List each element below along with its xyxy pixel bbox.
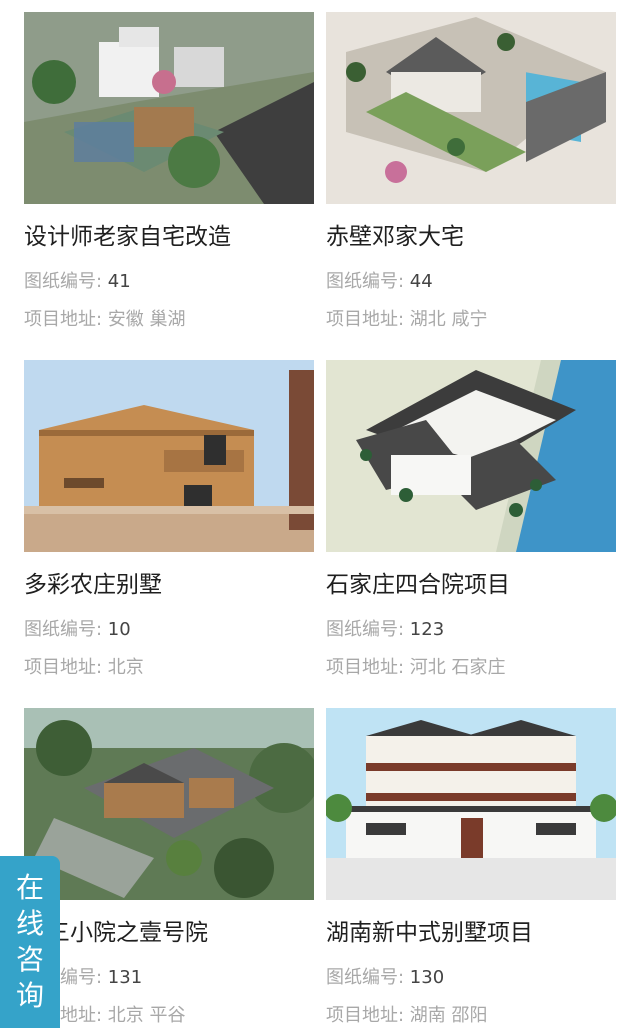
drawing-number: 图纸编号: 44 bbox=[326, 270, 433, 294]
project-title[interactable]: 多彩农庄别墅 bbox=[24, 570, 162, 600]
online-consult-char: 询 bbox=[15, 979, 44, 1012]
drawing-number: 图纸编号: 10 bbox=[24, 618, 131, 642]
project-address: 项目地址: 湖南 邵阳 bbox=[326, 1004, 488, 1028]
address-label: 项目地址: bbox=[326, 1005, 410, 1026]
address-label: 项目地址: bbox=[24, 657, 108, 678]
drawing-number: 图纸编号: 123 bbox=[326, 618, 444, 642]
project-thumbnail[interactable] bbox=[24, 708, 314, 900]
project-list-page: 设计师老家自宅改造 图纸编号: 41 项目地址: 安徽 巢湖 赤壁邓家大宅 图纸… bbox=[0, 0, 640, 1031]
project-address: 项目地址: 湖北 咸宁 bbox=[326, 308, 488, 332]
project-title[interactable]: 湖南新中式别墅项目 bbox=[326, 918, 533, 948]
drawing-number-value: 41 bbox=[107, 271, 131, 292]
drawing-number-value: 44 bbox=[409, 271, 433, 292]
project-title[interactable]: 设计师老家自宅改造 bbox=[24, 222, 231, 252]
online-consult-button[interactable]: 在 线 咨 询 bbox=[0, 856, 60, 1028]
drawing-number: 图纸编号: 130 bbox=[326, 966, 444, 990]
project-address: 项目地址: 河北 石家庄 bbox=[326, 656, 506, 680]
project-title[interactable]: 赤壁邓家大宅 bbox=[326, 222, 464, 252]
drawing-number-value: 130 bbox=[409, 967, 445, 988]
project-thumbnail[interactable] bbox=[326, 360, 616, 552]
address-label: 项目地址: bbox=[326, 309, 410, 330]
drawing-number: 图纸编号: 41 bbox=[24, 270, 131, 294]
project-thumbnail[interactable] bbox=[326, 12, 616, 204]
drawing-number-label: 图纸编号: bbox=[24, 619, 108, 640]
drawing-number-label: 图纸编号: bbox=[24, 271, 108, 292]
address-label: 项目地址: bbox=[326, 657, 410, 678]
project-thumbnail[interactable] bbox=[24, 12, 314, 204]
online-consult-char: 咨 bbox=[15, 943, 44, 976]
project-thumbnail[interactable] bbox=[24, 360, 314, 552]
address-value: 北京 bbox=[107, 657, 144, 678]
address-label: 项目地址: bbox=[24, 309, 108, 330]
address-value: 湖南 邵阳 bbox=[409, 1005, 488, 1026]
drawing-number-label: 图纸编号: bbox=[326, 271, 410, 292]
drawing-number-label: 图纸编号: bbox=[326, 967, 410, 988]
project-address: 项目地址: 安徽 巢湖 bbox=[24, 308, 186, 332]
online-consult-char: 在 bbox=[15, 871, 44, 904]
project-title[interactable]: 石家庄四合院项目 bbox=[326, 570, 510, 600]
project-thumbnail[interactable] bbox=[326, 708, 616, 900]
address-value: 湖北 咸宁 bbox=[409, 309, 488, 330]
drawing-number-value: 123 bbox=[409, 619, 445, 640]
online-consult-char: 线 bbox=[15, 907, 44, 940]
address-value: 安徽 巢湖 bbox=[107, 309, 186, 330]
drawing-number-value: 131 bbox=[107, 967, 143, 988]
drawing-number-value: 10 bbox=[107, 619, 131, 640]
address-value: 河北 石家庄 bbox=[409, 657, 506, 678]
drawing-number-label: 图纸编号: bbox=[326, 619, 410, 640]
address-value: 北京 平谷 bbox=[107, 1005, 186, 1026]
project-address: 项目地址: 北京 bbox=[24, 656, 144, 680]
